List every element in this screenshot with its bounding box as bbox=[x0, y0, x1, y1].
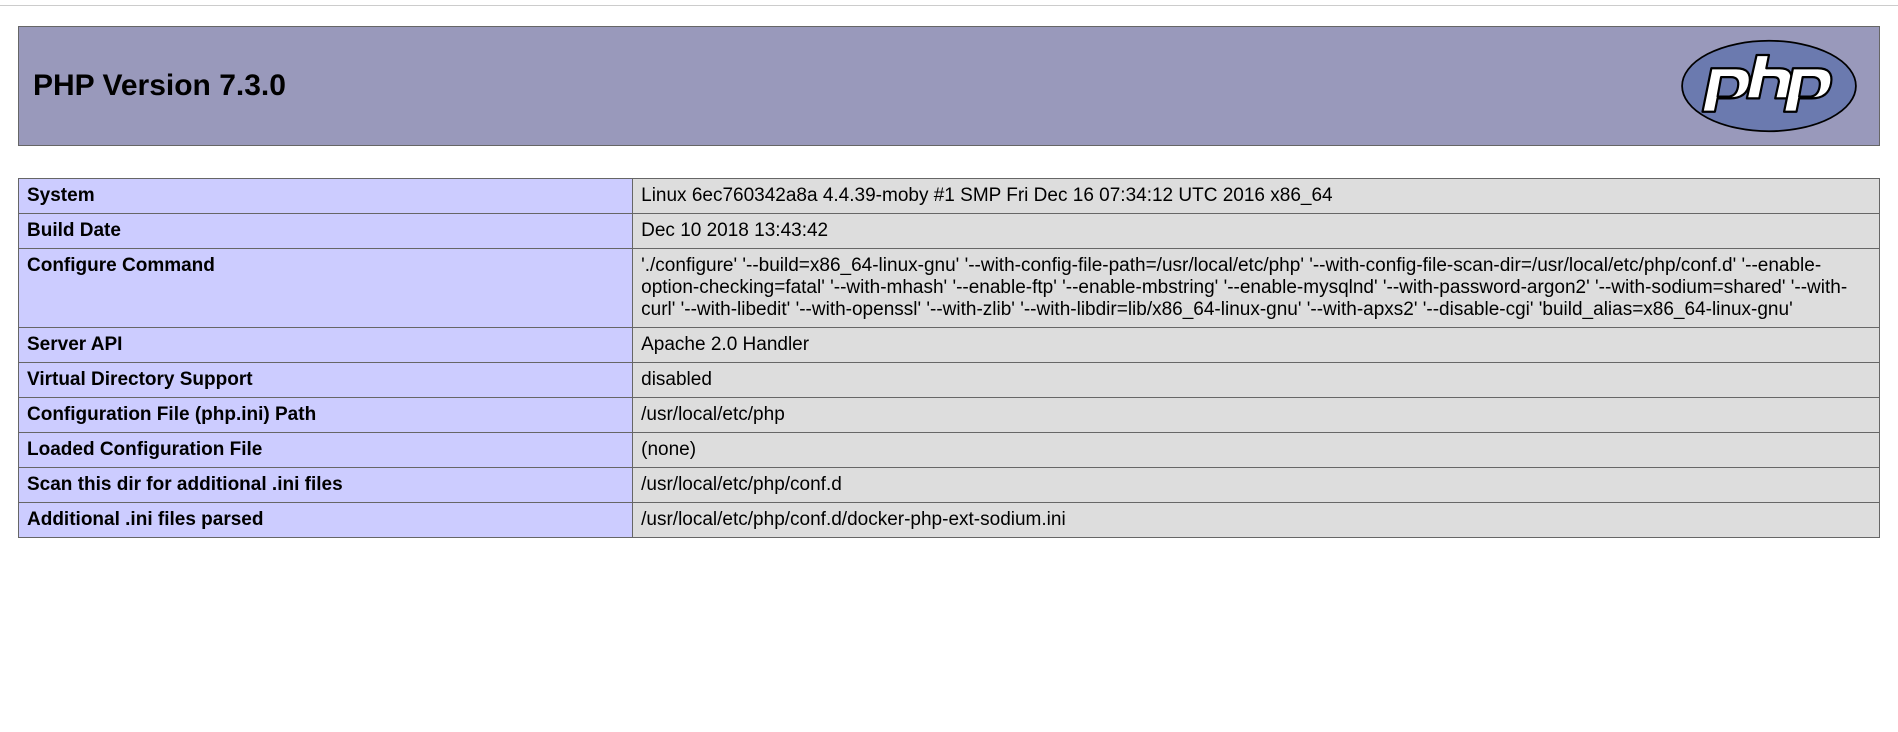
table-cell-label: System bbox=[19, 179, 633, 214]
table-cell-value: /usr/local/etc/php bbox=[633, 398, 1880, 433]
table-row: Loaded Configuration File(none) bbox=[19, 433, 1880, 468]
table-cell-label: Additional .ini files parsed bbox=[19, 503, 633, 538]
table-row: Configure Command'./configure' '--build=… bbox=[19, 249, 1880, 328]
table-cell-value: Linux 6ec760342a8a 4.4.39-moby #1 SMP Fr… bbox=[633, 179, 1880, 214]
table-row: Server APIApache 2.0 Handler bbox=[19, 328, 1880, 363]
page-title: PHP Version 7.3.0 bbox=[33, 69, 286, 103]
table-cell-label: Server API bbox=[19, 328, 633, 363]
table-cell-label: Configure Command bbox=[19, 249, 633, 328]
table-row: Additional .ini files parsed/usr/local/e… bbox=[19, 503, 1880, 538]
table-cell-label: Loaded Configuration File bbox=[19, 433, 633, 468]
table-cell-value: './configure' '--build=x86_64-linux-gnu'… bbox=[633, 249, 1880, 328]
phpinfo-table: SystemLinux 6ec760342a8a 4.4.39-moby #1 … bbox=[18, 178, 1880, 538]
table-row: Configuration File (php.ini) Path/usr/lo… bbox=[19, 398, 1880, 433]
table-cell-value: Dec 10 2018 13:43:42 bbox=[633, 214, 1880, 249]
phpinfo-header: PHP Version 7.3.0 bbox=[18, 26, 1880, 146]
table-cell-value: /usr/local/etc/php/conf.d/docker-php-ext… bbox=[633, 503, 1880, 538]
table-row: Virtual Directory Supportdisabled bbox=[19, 363, 1880, 398]
table-row: SystemLinux 6ec760342a8a 4.4.39-moby #1 … bbox=[19, 179, 1880, 214]
table-row: Build DateDec 10 2018 13:43:42 bbox=[19, 214, 1880, 249]
table-cell-value: /usr/local/etc/php/conf.d bbox=[633, 468, 1880, 503]
table-row: Scan this dir for additional .ini files/… bbox=[19, 468, 1880, 503]
table-cell-label: Virtual Directory Support bbox=[19, 363, 633, 398]
php-logo-icon bbox=[1679, 39, 1859, 133]
table-cell-label: Configuration File (php.ini) Path bbox=[19, 398, 633, 433]
table-cell-label: Scan this dir for additional .ini files bbox=[19, 468, 633, 503]
table-cell-value: disabled bbox=[633, 363, 1880, 398]
table-cell-label: Build Date bbox=[19, 214, 633, 249]
table-cell-value: (none) bbox=[633, 433, 1880, 468]
table-cell-value: Apache 2.0 Handler bbox=[633, 328, 1880, 363]
